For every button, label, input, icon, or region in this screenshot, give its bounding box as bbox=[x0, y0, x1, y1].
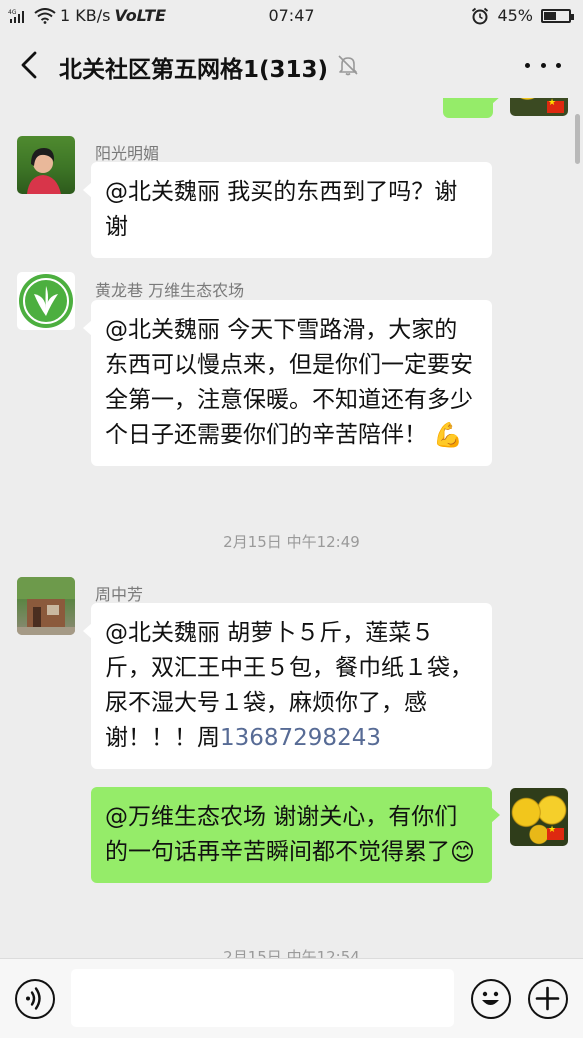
flag-icon bbox=[547, 825, 564, 840]
battery-percent: 45% bbox=[497, 6, 533, 25]
sender-name: 周中芳 bbox=[95, 585, 144, 604]
alarm-icon bbox=[472, 7, 489, 24]
more-icon-dot bbox=[540, 62, 546, 68]
more-button[interactable] bbox=[525, 54, 561, 76]
more-functions-button[interactable] bbox=[528, 979, 568, 1019]
phone-link[interactable]: 13687298243 bbox=[220, 725, 381, 751]
message-bubble[interactable]: @北关魏丽 我买的东西到了吗？谢谢 bbox=[83, 162, 492, 258]
message-input[interactable] bbox=[71, 969, 454, 1027]
avatar-photo bbox=[17, 577, 75, 635]
status-bar: 4G 1 KB/s VoLTE 07:47 45% bbox=[0, 0, 583, 32]
plus-icon bbox=[535, 986, 560, 1011]
message-bubble[interactable]: @北关魏丽 今天下雪路滑，大家的东西可以慢点来，但是你们一定要安全第一，注意保暖… bbox=[83, 300, 492, 466]
scrollbar[interactable] bbox=[575, 114, 580, 164]
more-icon-dot bbox=[525, 62, 530, 68]
message-bubble-self[interactable]: @万维生态农场 谢谢关心，有你们的一句话再辛苦瞬间都不觉得累了😊 bbox=[91, 787, 500, 883]
sender-name: 黄龙巷 万维生态农场 bbox=[95, 281, 245, 300]
farm-logo-icon bbox=[19, 274, 73, 328]
chat-title: 北关社区第五网格1(313) bbox=[59, 57, 329, 83]
timestamp: 2月15日 中午12:54 bbox=[223, 948, 360, 958]
avatar[interactable] bbox=[17, 136, 75, 194]
sender-name: 阳光明媚 bbox=[95, 144, 160, 163]
avatar[interactable] bbox=[17, 577, 75, 635]
message-text: @万维生态农场 谢谢关心，有你们的一句话再辛苦瞬间都不觉得累了 bbox=[105, 804, 458, 865]
avatar-photo bbox=[27, 148, 61, 194]
more-icon-dot bbox=[556, 62, 561, 68]
message-text: @北关魏丽 今天下雪路滑，大家的东西可以慢点来，但是你们一定要安全第一，注意保暖… bbox=[105, 317, 473, 448]
flexed-biceps-icon: 💪 bbox=[433, 421, 463, 449]
voice-icon bbox=[26, 987, 41, 1010]
emoji-icon bbox=[482, 991, 499, 1005]
smiling-face-icon: 😊 bbox=[450, 838, 476, 866]
back-button[interactable] bbox=[14, 48, 44, 82]
flag-icon bbox=[547, 98, 564, 113]
message-text: @北关魏丽 我买的东西到了吗？谢谢 bbox=[105, 179, 458, 240]
avatar[interactable] bbox=[17, 272, 75, 330]
message-bubble[interactable]: @北关魏丽 胡萝卜５斤，莲菜５斤，双汇王中王５包，餐巾纸１袋，尿不湿大号１袋，麻… bbox=[83, 603, 492, 769]
emoji-button[interactable] bbox=[471, 979, 511, 1019]
status-right: 45% bbox=[471, 6, 574, 25]
mute-bell-icon bbox=[338, 55, 358, 76]
battery-icon bbox=[541, 8, 574, 23]
chat-header: 北关社区第五网格1(313) bbox=[0, 32, 583, 98]
back-icon bbox=[21, 51, 37, 79]
message-list[interactable]: 阳光明媚 @北关魏丽 我买的东西到了吗？谢谢 黄龙巷 万维生态农场 @北关魏丽 … bbox=[0, 98, 583, 958]
voice-button[interactable] bbox=[15, 979, 55, 1019]
message-bubble-partial[interactable] bbox=[443, 98, 501, 118]
input-bar bbox=[0, 958, 583, 1038]
timestamp: 2月15日 中午12:49 bbox=[223, 533, 360, 551]
